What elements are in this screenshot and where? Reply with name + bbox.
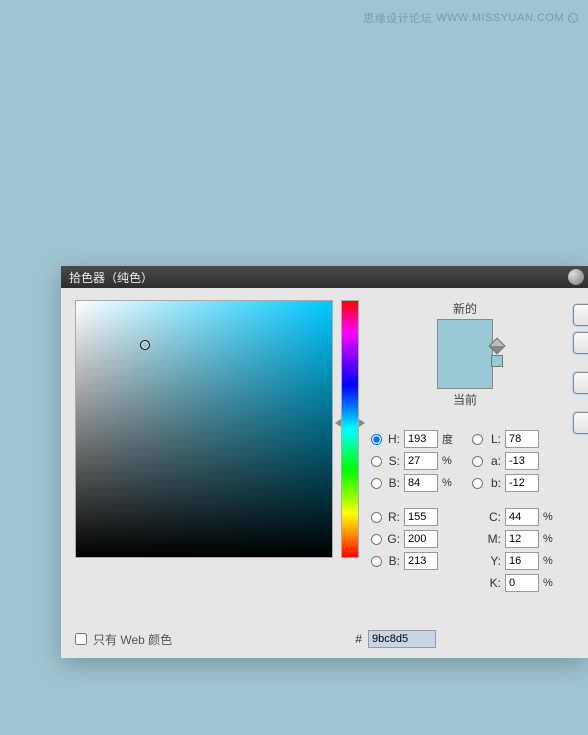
hex-label: # <box>355 632 362 646</box>
watermark-text-1: 思缘设计论坛 <box>363 10 432 26</box>
globe-icon <box>568 13 578 23</box>
libraries-button[interactable]: 颜色库 <box>573 412 588 434</box>
field-g: G: <box>371 530 458 548</box>
field-h: H: 度 <box>371 430 458 448</box>
input-l[interactable] <box>505 430 539 448</box>
swatch-current-label: 当前 <box>453 391 477 408</box>
field-k: K: % <box>472 574 559 592</box>
titlebar[interactable]: 拾色器（纯色） <box>61 266 588 288</box>
cancel-button[interactable]: 复位 <box>573 332 588 354</box>
field-l: L: <box>472 430 559 448</box>
color-swatch <box>437 319 493 389</box>
add-swatch-button[interactable]: 添加到色板 <box>573 372 588 394</box>
radio-l[interactable] <box>472 434 483 445</box>
web-only-checkbox-row[interactable]: 只有 Web 颜色 <box>75 631 172 648</box>
input-a[interactable] <box>505 452 539 470</box>
hue-slider[interactable] <box>341 300 359 558</box>
field-y: Y: % <box>472 552 559 570</box>
field-bc: B: <box>371 552 458 570</box>
input-b[interactable] <box>505 474 539 492</box>
field-s: S: % <box>371 452 458 470</box>
input-h[interactable] <box>404 430 438 448</box>
field-a: a: <box>472 452 559 470</box>
swatch-new-label: 新的 <box>453 300 477 317</box>
field-bv: B: % <box>371 474 458 492</box>
sv-cursor[interactable] <box>140 340 150 350</box>
color-picker-dialog: 拾色器（纯色） 新的 <box>61 266 588 658</box>
field-c: C: % <box>472 508 559 526</box>
radio-s[interactable] <box>371 456 382 467</box>
input-c[interactable] <box>505 508 539 526</box>
web-only-checkbox[interactable] <box>75 633 87 645</box>
ok-button[interactable]: 确定 <box>573 304 588 326</box>
input-bv[interactable] <box>404 474 438 492</box>
watermark-text-2: WWW.MISSYUAN.COM <box>436 12 564 24</box>
gamut-swatch[interactable] <box>491 355 503 367</box>
dialog-title: 拾色器（纯色） <box>69 269 153 286</box>
radio-b[interactable] <box>472 478 483 489</box>
radio-r[interactable] <box>371 512 382 523</box>
radio-bv[interactable] <box>371 478 382 489</box>
field-b: b: <box>472 474 559 492</box>
swatch-new <box>438 320 492 354</box>
input-s[interactable] <box>404 452 438 470</box>
saturation-value-field[interactable] <box>75 300 333 558</box>
hue-arrow-left-icon <box>335 419 341 427</box>
close-icon[interactable] <box>568 269 584 285</box>
input-bc[interactable] <box>404 552 438 570</box>
hue-arrow-right-icon <box>359 419 365 427</box>
gamut-warning-icon[interactable] <box>489 338 506 355</box>
input-r[interactable] <box>404 508 438 526</box>
input-k[interactable] <box>505 574 539 592</box>
input-y[interactable] <box>505 552 539 570</box>
radio-g[interactable] <box>371 534 382 545</box>
radio-a[interactable] <box>472 456 483 467</box>
input-m[interactable] <box>505 530 539 548</box>
field-r: R: <box>371 508 458 526</box>
web-only-label: 只有 Web 颜色 <box>93 631 172 648</box>
watermark: 思缘设计论坛 WWW.MISSYUAN.COM <box>363 10 578 26</box>
input-g[interactable] <box>404 530 438 548</box>
radio-h[interactable] <box>371 434 382 445</box>
swatch-current[interactable] <box>438 354 492 388</box>
field-m: M: % <box>472 530 559 548</box>
input-hex[interactable] <box>368 630 436 648</box>
radio-bc[interactable] <box>371 556 382 567</box>
